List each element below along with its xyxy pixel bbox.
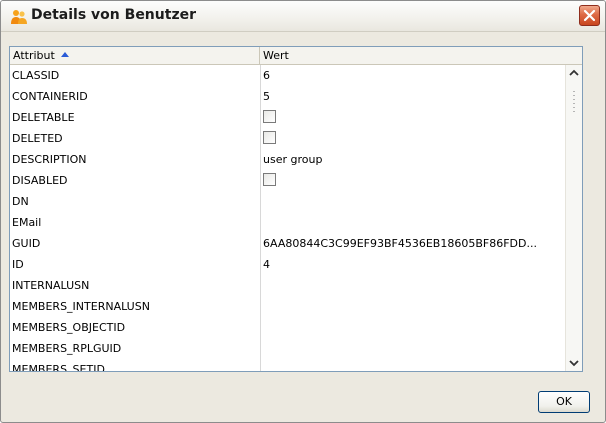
table-row[interactable]: CONTAINERID 5 bbox=[10, 86, 568, 107]
attribute-name-cell: DELETABLE bbox=[12, 111, 75, 124]
attribute-name-cell: MEMBERS_OBJECTID bbox=[12, 321, 126, 334]
attribute-name-cell: MEMBERS_INTERNALUSN bbox=[12, 300, 150, 313]
attribute-name-cell: MEMBERS_SETID bbox=[12, 363, 105, 371]
attribute-name-cell: DN bbox=[12, 195, 29, 208]
attribute-value-cell bbox=[261, 212, 568, 233]
chevron-down-icon bbox=[569, 360, 579, 367]
attribute-value-cell bbox=[261, 338, 568, 359]
attribute-value-cell bbox=[261, 107, 568, 128]
attribute-name-cell: ID bbox=[12, 258, 24, 271]
window-title: Details von Benutzer bbox=[31, 7, 196, 23]
attribute-name-cell: EMail bbox=[12, 216, 42, 229]
column-header-wert[interactable]: Wert bbox=[260, 47, 582, 64]
table-row[interactable]: DISABLED bbox=[10, 170, 568, 191]
title-bar[interactable]: Details von Benutzer bbox=[1, 1, 605, 32]
attribute-value-cell bbox=[261, 275, 568, 296]
attribute-value-cell: 6AA80844C3C99EF93BF4536EB18605BF86FDD... bbox=[263, 237, 537, 250]
column-header-attribut[interactable]: Attribut bbox=[10, 47, 260, 64]
sort-ascending-icon bbox=[60, 52, 69, 57]
attribute-value-cell: 5 bbox=[263, 90, 270, 103]
table-row[interactable]: DESCRIPTION user group bbox=[10, 149, 568, 170]
table-row[interactable]: DELETED bbox=[10, 128, 568, 149]
attribute-name-cell: MEMBERS_RPLGUID bbox=[12, 342, 122, 355]
attribute-name-cell: CONTAINERID bbox=[12, 90, 88, 103]
table-row[interactable]: INTERNALUSN bbox=[10, 275, 568, 296]
table-row[interactable]: MEMBERS_SETID bbox=[10, 359, 568, 371]
table-body: CLASSID 6 CONTAINERID 5 DELETABLE DELETED DESC… bbox=[10, 65, 568, 371]
scroll-up-button[interactable] bbox=[566, 65, 582, 81]
attribute-value-cell bbox=[261, 317, 568, 338]
details-dialog: Details von Benutzer Attribut Wert CLASS… bbox=[0, 0, 606, 423]
table-row[interactable]: GUID 6AA80844C3C99EF93BF4536EB18605BF86FD… bbox=[10, 233, 568, 254]
column-header-label: Attribut bbox=[13, 49, 55, 62]
attribute-name-cell: CLASSID bbox=[12, 69, 60, 82]
table-row[interactable]: EMail bbox=[10, 212, 568, 233]
attribute-value-cell bbox=[261, 170, 568, 191]
close-icon bbox=[583, 9, 596, 22]
attribute-value-cell: user group bbox=[263, 153, 323, 166]
user-group-icon bbox=[11, 9, 27, 25]
table-row[interactable]: MEMBERS_RPLGUID bbox=[10, 338, 568, 359]
vertical-scrollbar[interactable] bbox=[565, 65, 582, 371]
attribute-table: Attribut Wert CLASSID 6 CONTAINERID 5 DELETA… bbox=[9, 46, 583, 372]
table-header: Attribut Wert bbox=[10, 47, 582, 65]
value-checkbox[interactable] bbox=[263, 110, 276, 123]
attribute-value-cell: 6 bbox=[263, 69, 270, 82]
attribute-value-cell bbox=[261, 128, 568, 149]
attribute-value-cell bbox=[261, 191, 568, 212]
table-row[interactable]: MEMBERS_OBJECTID bbox=[10, 317, 568, 338]
attribute-name-cell: INTERNALUSN bbox=[12, 279, 90, 292]
scroll-thumb[interactable] bbox=[569, 87, 579, 137]
scroll-down-button[interactable] bbox=[566, 355, 582, 371]
table-row[interactable]: MEMBERS_INTERNALUSN bbox=[10, 296, 568, 317]
close-button[interactable] bbox=[579, 5, 600, 26]
attribute-name-cell: DELETED bbox=[12, 132, 63, 145]
chevron-up-icon bbox=[569, 69, 579, 76]
ok-button[interactable]: OK bbox=[538, 391, 590, 413]
value-checkbox[interactable] bbox=[263, 131, 276, 144]
column-header-label: Wert bbox=[263, 49, 289, 62]
attribute-name-cell: GUID bbox=[12, 237, 41, 250]
attribute-value-cell bbox=[261, 296, 568, 317]
value-checkbox[interactable] bbox=[263, 173, 276, 186]
table-row[interactable]: DELETABLE bbox=[10, 107, 568, 128]
table-row[interactable]: ID 4 bbox=[10, 254, 568, 275]
attribute-value-cell bbox=[261, 359, 568, 371]
attribute-value-cell: 4 bbox=[263, 258, 270, 271]
attribute-name-cell: DISABLED bbox=[12, 174, 68, 187]
table-row[interactable]: CLASSID 6 bbox=[10, 65, 568, 86]
table-row[interactable]: DN bbox=[10, 191, 568, 212]
attribute-name-cell: DESCRIPTION bbox=[12, 153, 87, 166]
